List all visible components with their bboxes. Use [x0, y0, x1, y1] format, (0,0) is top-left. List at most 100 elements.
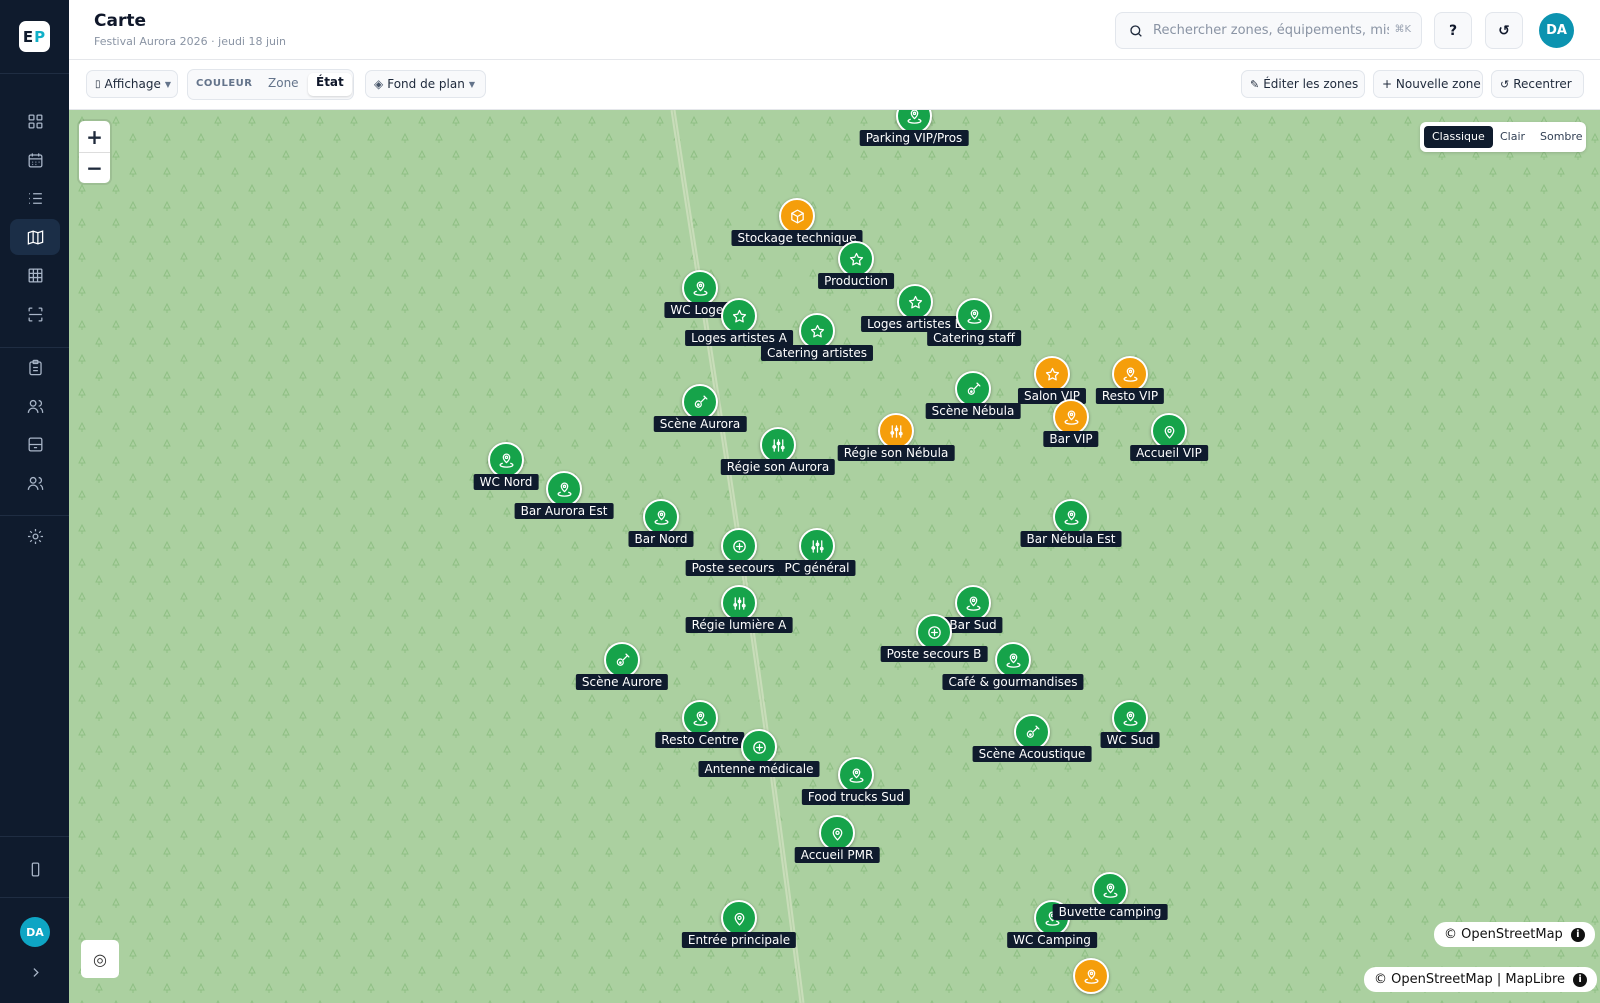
sidebar-expand-button[interactable] — [10, 954, 60, 990]
zoom-control: + − — [79, 121, 110, 183]
refresh-button[interactable]: ↺ — [1485, 12, 1523, 49]
pin-icon — [1063, 409, 1079, 425]
star-icon — [732, 309, 746, 322]
marker-label: Buvette camping — [1052, 904, 1168, 920]
marker-pin[interactable] — [741, 729, 777, 765]
marker-pin[interactable] — [1073, 958, 1109, 994]
sidebar-item-map[interactable] — [10, 219, 60, 255]
marker-pin[interactable] — [488, 442, 524, 478]
map-style-switcher: Classique Clair Sombre — [1420, 122, 1586, 152]
recenter-button[interactable]: ↺ Recentrer — [1491, 70, 1584, 98]
marker-pin[interactable] — [604, 642, 640, 678]
color-option-etat[interactable]: État — [308, 73, 352, 96]
info-icon[interactable]: i — [1570, 927, 1585, 942]
recenter-label: Recentrer — [1513, 77, 1572, 91]
zoom-out-button[interactable]: − — [79, 152, 110, 183]
page-header: Carte Festival Aurora 2026 · jeudi 18 ju… — [69, 0, 1600, 60]
marker-pin[interactable] — [779, 198, 815, 234]
attribution-text: © OpenStreetMap — [1444, 927, 1563, 942]
grid-icon — [28, 114, 42, 128]
marker-pin[interactable] — [1112, 356, 1148, 392]
help-button[interactable]: ? — [1434, 12, 1472, 49]
style-option-clair[interactable]: Clair — [1492, 126, 1533, 148]
marker-pin[interactable] — [955, 585, 991, 621]
marker-pin[interactable] — [1053, 499, 1089, 535]
marker-pin[interactable] — [838, 241, 874, 277]
marker-label: PC général — [778, 560, 856, 576]
marker-pin[interactable] — [760, 427, 796, 463]
style-option-sombre[interactable]: Sombre — [1532, 126, 1590, 148]
marker-pin[interactable] — [799, 313, 835, 349]
sidebar-item-scan[interactable] — [10, 296, 60, 332]
star-icon — [849, 252, 863, 265]
sidebar-item-list[interactable] — [10, 180, 60, 216]
sidebar-item-mobile[interactable] — [10, 851, 60, 887]
sidebar-item-clipboard[interactable] — [10, 349, 60, 385]
marker-pin[interactable] — [799, 528, 835, 564]
marker-pin[interactable] — [1112, 700, 1148, 736]
edit-zones-button[interactable]: ✎ Éditer les zones — [1241, 70, 1365, 98]
sidebar-item-people[interactable] — [10, 388, 60, 424]
basemap-dropdown[interactable]: ◈ Fond de plan ▼ — [365, 70, 486, 98]
marker-pin[interactable] — [721, 585, 757, 621]
marker-pin[interactable] — [916, 614, 952, 650]
marker-pin[interactable] — [955, 371, 991, 407]
marker-pin[interactable] — [721, 298, 757, 334]
pin-icon — [1005, 652, 1021, 668]
app-logo[interactable]: EP — [19, 21, 50, 52]
marker-pin[interactable] — [546, 471, 582, 507]
marker-pin[interactable] — [721, 528, 757, 564]
search-input[interactable]: Rechercher zones, équipements, missi ⌘K — [1115, 12, 1422, 49]
marker-label: Catering staff — [927, 330, 1021, 346]
marker-pin[interactable] — [682, 384, 718, 420]
marker-pin[interactable] — [878, 413, 914, 449]
marker-pin[interactable] — [1092, 872, 1128, 908]
star-icon — [908, 295, 922, 308]
marker-pin[interactable] — [643, 499, 679, 535]
sidebar-item-calendar[interactable] — [10, 142, 60, 178]
sidebar-item-settings[interactable] — [10, 518, 60, 554]
marker-label: Production — [818, 273, 894, 289]
marker-pin[interactable] — [995, 642, 1031, 678]
map-canvas[interactable]: Parking VIP/Pros Stockage technique Produc… — [69, 110, 1600, 1003]
marker-pin[interactable] — [1014, 714, 1050, 750]
sidebar-divider — [0, 897, 69, 898]
zoom-in-button[interactable]: + — [79, 121, 110, 152]
marker-label: Parking VIP/Pros — [859, 130, 969, 146]
attribution-full: © OpenStreetMap | MapLibre i — [1364, 967, 1598, 992]
marker-pin[interactable] — [819, 815, 855, 851]
star-icon — [810, 324, 824, 337]
marker-label: Antenne médicale — [698, 761, 820, 777]
marker-label: Bar Nébula Est — [1020, 531, 1122, 547]
info-icon[interactable]: i — [1573, 972, 1588, 987]
marker-pin[interactable] — [897, 284, 933, 320]
sidebar-item-dashboard[interactable] — [10, 103, 60, 139]
style-option-classique[interactable]: Classique — [1424, 126, 1493, 148]
marker-label: WC Sud — [1100, 732, 1160, 748]
locate-button[interactable]: ◎ — [81, 940, 119, 978]
user-avatar[interactable]: DA — [20, 917, 50, 947]
marker-pin[interactable] — [682, 700, 718, 736]
marker-label: Catering artistes — [760, 345, 874, 361]
attribution-text: © OpenStreetMap | MapLibre — [1374, 972, 1566, 987]
sidebar-item-table[interactable] — [10, 257, 60, 293]
header-avatar[interactable]: DA — [1539, 13, 1574, 48]
color-option-zone[interactable]: Zone — [268, 76, 299, 90]
marker-pin[interactable] — [1053, 399, 1089, 435]
marker-pin[interactable] — [1151, 413, 1187, 449]
guitar-icon — [1026, 724, 1040, 738]
new-zone-button[interactable]: + Nouvelle zone — [1373, 70, 1483, 98]
marker-pin[interactable] — [956, 298, 992, 334]
sidebar: EP DA — [0, 0, 69, 1003]
sidebar-item-team[interactable] — [10, 465, 60, 501]
pin-icon — [692, 710, 708, 726]
sidebar-item-storage[interactable] — [10, 426, 60, 462]
pin-icon — [965, 595, 981, 611]
marker-label: WC Nord — [473, 474, 539, 490]
marker-pin[interactable] — [721, 900, 757, 936]
marker-pin[interactable] — [682, 270, 718, 306]
marker-pin[interactable] — [838, 757, 874, 793]
pin-icon — [848, 767, 864, 783]
display-dropdown[interactable]: ▯ Affichage ▼ — [86, 70, 178, 98]
marker-pin[interactable] — [1034, 356, 1070, 392]
